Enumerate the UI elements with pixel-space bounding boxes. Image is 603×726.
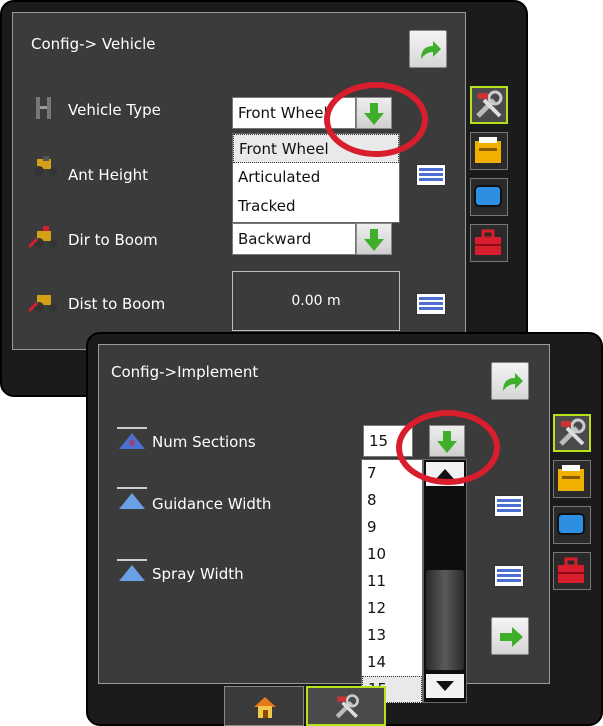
next-button[interactable] [491,617,529,655]
ant-height-label: Ant Height [68,166,149,184]
return-arrow-icon [503,373,523,391]
implement-config-panel: Config->Implement # Num Sections 15 7 8 … [98,344,550,703]
dir-to-boom-label: Dir to Boom [68,231,158,249]
display-icon [557,513,585,535]
keyboard-icon[interactable] [494,565,524,587]
tools-bottom-tab[interactable] [306,686,386,726]
tools-icon [559,418,586,446]
page-title: Config->Implement [111,363,259,381]
spray-width-label: Spray Width [152,565,244,583]
return-arrow-icon [421,41,441,59]
display-icon [474,185,502,207]
guidance-width-icon [117,487,147,509]
num-sections-label: Num Sections [152,433,256,451]
home-tab[interactable] [224,686,304,726]
dist-to-boom-label: Dist to Boom [68,295,166,313]
toolbox-icon [475,229,501,255]
dist-to-boom-value[interactable]: 0.00 m [232,271,400,331]
console-icon [475,137,501,163]
tractor-antenna-icon [34,156,57,176]
option-section[interactable]: 13 [362,622,422,649]
scroll-thumb[interactable] [426,570,464,670]
vehicle-type-icon [36,97,51,119]
option-section[interactable]: 8 [362,487,422,514]
spray-width-icon [117,559,147,581]
vehicle-config-panel: Config-> Vehicle Vehicle Type Front Whee… [12,12,466,350]
tractor-distance-icon [29,295,57,313]
return-button[interactable] [491,362,529,400]
scroll-down-icon[interactable] [426,674,464,698]
console-icon [558,465,584,491]
dropdown-arrow-icon [364,229,384,251]
toolbox-tab[interactable] [470,224,508,262]
option-section[interactable]: 9 [362,514,422,541]
tools-tab[interactable] [553,414,591,452]
sections-icon: # [117,427,147,449]
toolbox-tab[interactable] [553,552,591,590]
keyboard-icon[interactable] [416,164,446,186]
highlight-ring [396,410,500,485]
num-sections-options-list: 7 8 9 10 11 12 13 14 15 [361,459,423,703]
console-tab[interactable] [470,132,508,170]
option-section[interactable]: 14 [362,649,422,676]
option-articulated[interactable]: Articulated [233,163,399,192]
page-title: Config-> Vehicle [31,35,156,53]
option-section[interactable]: 10 [362,541,422,568]
option-section[interactable]: 11 [362,568,422,595]
dir-to-boom-dropdown-button[interactable] [356,223,392,255]
dir-to-boom-select[interactable]: Backward [232,223,356,255]
home-icon [254,697,276,718]
keyboard-icon[interactable] [416,293,446,315]
display-tab[interactable] [553,506,591,544]
svg-text:#: # [128,439,136,449]
tractor-boom-icon [29,226,57,249]
highlight-ring [324,82,428,157]
vehicle-type-label: Vehicle Type [68,101,161,119]
option-section[interactable]: 12 [362,595,422,622]
keyboard-icon[interactable] [494,495,524,517]
next-arrow-icon [500,627,523,647]
tools-tab[interactable] [470,86,508,124]
implement-config-screen: Config->Implement # Num Sections 15 7 8 … [86,332,603,726]
options-scrollbar[interactable] [423,459,467,703]
console-tab[interactable] [553,460,591,498]
tools-icon [476,90,503,118]
option-tracked[interactable]: Tracked [233,192,399,221]
display-tab[interactable] [470,178,508,216]
tools-icon [335,694,359,719]
guidance-width-label: Guidance Width [152,495,272,513]
toolbox-icon [558,557,584,583]
return-button[interactable] [409,30,447,68]
